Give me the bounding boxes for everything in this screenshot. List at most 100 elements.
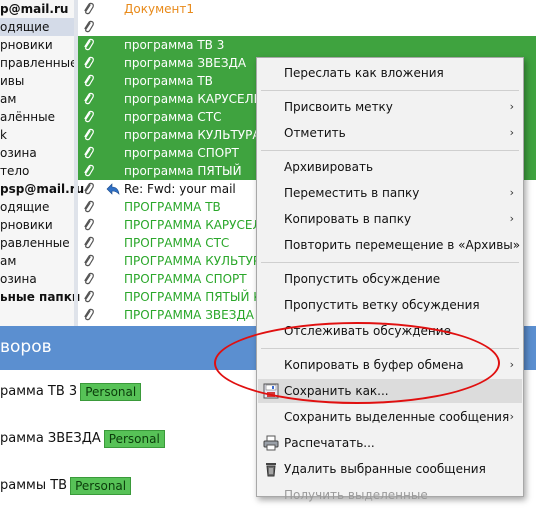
message-subject: ПРОГРАММА СПОРТ: [124, 272, 247, 286]
tag-badge: Personal: [103, 429, 165, 448]
menu-item-label: Копировать в папку: [284, 212, 412, 226]
message-subject: программа ПЯТЫЙ: [124, 164, 242, 178]
attachment-icon: [82, 74, 94, 88]
preview-line: раммы ТВ Personal: [0, 476, 132, 496]
folder-item[interactable]: p@mail.ru: [0, 0, 68, 18]
preview-line-text: рамма ТВ 3: [0, 384, 78, 399]
menu-item-label: Архивировать: [284, 160, 374, 174]
folder-item[interactable]: ивы: [0, 72, 24, 90]
attachment-icon: [82, 164, 94, 178]
menu-item-label: Сохранить выделенные сообщения: [284, 410, 510, 424]
menu-item-3[interactable]: Отметить ›: [258, 121, 522, 145]
menu-item-label: Пропустить ветку обсуждения: [284, 298, 480, 312]
folder-item[interactable]: тело: [0, 162, 29, 180]
menu-item-2[interactable]: Присвоить метку ›: [258, 95, 522, 119]
folder-pane: p@mail.ru одящие рновики правленные ивы ам алё…: [0, 0, 84, 326]
message-subject: программа КАРУСЕЛЬ: [124, 92, 262, 106]
menu-item-7[interactable]: Копировать в папку ›: [258, 207, 522, 231]
menu-item-10[interactable]: Пропустить обсуждение: [258, 267, 522, 291]
menu-item-label: Удалить выбранные сообщения: [284, 462, 486, 476]
attachment-icon: [82, 56, 94, 70]
folder-item[interactable]: ам: [0, 90, 16, 108]
attachment-icon: [82, 218, 94, 232]
reply-icon: [106, 182, 120, 196]
menu-item-label: Присвоить метку: [284, 100, 393, 114]
menu-item-label: Переместить в папку: [284, 186, 420, 200]
preview-title: воров: [0, 337, 52, 357]
folder-item[interactable]: ьные папки: [0, 288, 80, 306]
menu-item-6[interactable]: Переместить в папку ›: [258, 181, 522, 205]
submenu-arrow-icon: ›: [509, 410, 514, 423]
folder-item[interactable]: озина: [0, 144, 37, 162]
menu-item-16[interactable]: Сохранить выделенные сообщения ›: [258, 405, 522, 429]
submenu-arrow-icon: ›: [509, 126, 514, 139]
message-subject: ПРОГРАММА КАРУСЕЛЬ: [124, 218, 270, 232]
folder-item[interactable]: одящие: [0, 18, 74, 36]
menu-item-label: Получить выделенные: [284, 488, 428, 502]
folder-item[interactable]: рновики: [0, 216, 53, 234]
menu-item-8[interactable]: Повторить перемещение в «Архивы»: [258, 233, 522, 257]
attachment-icon: [82, 128, 94, 142]
message-subject: ПРОГРАММА ПЯТЫЙ КА: [124, 290, 270, 304]
attachment-icon: [82, 308, 94, 322]
menu-separator: [261, 262, 519, 263]
message-subject: ПРОГРАММА ЗВЕЗДА: [124, 308, 254, 322]
folder-item[interactable]: k: [0, 126, 7, 144]
menu-separator: [261, 90, 519, 91]
attachment-icon: [82, 146, 94, 160]
message-subject: ПРОГРАММА СТС: [124, 236, 230, 250]
menu-item-11[interactable]: Пропустить ветку обсуждения: [258, 293, 522, 317]
preview-line: рамма ЗВЕЗДА Personal: [0, 429, 165, 449]
attachment-icon: [82, 182, 94, 196]
message-subject: программа КУЛЬТУРА: [124, 128, 261, 142]
message-subject: программа СТС: [124, 110, 222, 124]
folder-item[interactable]: равленные: [0, 234, 70, 252]
folder-item[interactable]: одящие: [0, 198, 49, 216]
menu-separator: [261, 150, 519, 151]
folder-item[interactable]: ам: [0, 252, 16, 270]
attachment-icon: [82, 110, 94, 124]
menu-item-label: Пропустить обсуждение: [284, 272, 441, 286]
attachment-icon: [82, 92, 94, 106]
menu-item-label: Отметить: [284, 126, 346, 140]
folder-item[interactable]: правленные: [0, 54, 78, 72]
folder-item[interactable]: озина: [0, 270, 37, 288]
message-subject: программа ЗВЕЗДА: [124, 56, 247, 70]
context-menu: Переслать как вложения Присвоить метку › От…: [256, 57, 524, 502]
message-row[interactable]: Документ1: [78, 0, 536, 18]
preview-line: рамма ТВ 3 Personal: [0, 382, 142, 402]
attachment-icon: [82, 272, 94, 286]
preview-line-text: рамма ЗВЕЗДА: [0, 431, 101, 446]
menu-item-label: Повторить перемещение в «Архивы»: [284, 238, 521, 252]
menu-item-17[interactable]: Распечатать...: [258, 431, 522, 455]
menu-item-0[interactable]: Переслать как вложения: [258, 61, 522, 85]
menu-item-5[interactable]: Архивировать: [258, 155, 522, 179]
folder-item[interactable]: psp@mail.ru: [0, 180, 84, 198]
annotation-oval: [214, 322, 500, 404]
message-subject: программа ТВ 3: [124, 38, 225, 52]
menu-item-18[interactable]: Удалить выбранные сообщения: [258, 457, 522, 481]
menu-item-19: Получить выделенные: [258, 483, 522, 507]
attachment-icon: [82, 254, 94, 268]
menu-item-label: Распечатать...: [284, 436, 375, 450]
message-subject: ПРОГРАММА ТВ: [124, 200, 221, 214]
attachment-icon: [82, 38, 94, 52]
menu-item-label: Переслать как вложения: [284, 66, 444, 80]
trash-icon: [263, 461, 279, 477]
message-subject: Re: Fwd: your mail: [124, 182, 236, 196]
tag-badge: Personal: [80, 382, 142, 401]
attachment-icon: [82, 200, 94, 214]
message-subject: программа ТВ: [124, 74, 213, 88]
message-row[interactable]: программа ТВ 3: [78, 36, 536, 54]
attachment-icon: [82, 290, 94, 304]
message-subject: программа СПОРТ: [124, 146, 239, 160]
submenu-arrow-icon: ›: [509, 100, 514, 113]
folder-item[interactable]: алённые: [0, 108, 55, 126]
message-subject: Документ1: [124, 2, 194, 16]
folder-item[interactable]: рновики: [0, 36, 53, 54]
tag-badge: Personal: [70, 476, 132, 495]
attachment-icon: [82, 236, 94, 250]
printer-icon: [263, 435, 279, 451]
message-subject: ПРОГРАММА КУЛЬТУРА: [124, 254, 269, 268]
message-row[interactable]: [78, 18, 536, 36]
